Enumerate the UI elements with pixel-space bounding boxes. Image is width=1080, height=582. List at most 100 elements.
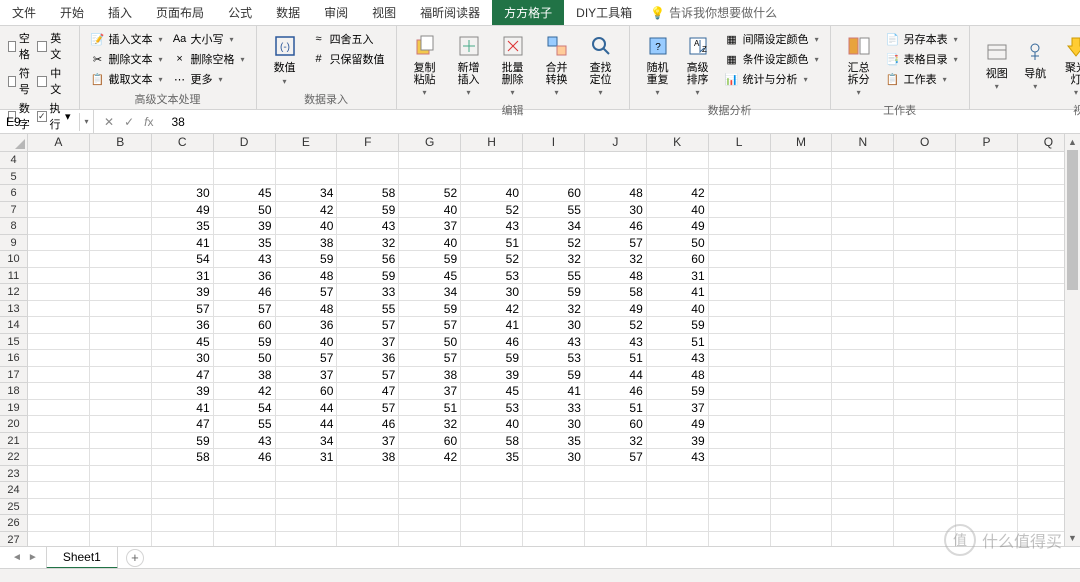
cell-H11[interactable]: 53	[461, 268, 523, 285]
cell-E15[interactable]: 40	[276, 334, 338, 351]
cell-H5[interactable]	[461, 169, 523, 186]
cell-J7[interactable]: 30	[585, 202, 647, 219]
cell-K6[interactable]: 42	[647, 185, 709, 202]
cell-G26[interactable]	[399, 515, 461, 532]
cell-H15[interactable]: 46	[461, 334, 523, 351]
row-header-24[interactable]: 24	[0, 482, 28, 499]
cell-B18[interactable]	[90, 383, 152, 400]
cell-M9[interactable]	[771, 235, 833, 252]
add-sheet-button[interactable]: +	[126, 549, 144, 567]
cell-F18[interactable]: 47	[337, 383, 399, 400]
row-header-11[interactable]: 11	[0, 268, 28, 285]
cell-C13[interactable]: 57	[152, 301, 214, 318]
cell-O11[interactable]	[894, 268, 956, 285]
cell-M17[interactable]	[771, 367, 833, 384]
cell-P4[interactable]	[956, 152, 1018, 169]
cell-K24[interactable]	[647, 482, 709, 499]
fx-icon[interactable]: fx	[144, 115, 153, 129]
large-btn-查找定位[interactable]: 查找定位▾	[581, 28, 621, 101]
cell-A10[interactable]	[28, 251, 90, 268]
cell-D12[interactable]: 46	[214, 284, 276, 301]
cell-G12[interactable]: 34	[399, 284, 461, 301]
cell-E22[interactable]: 31	[276, 449, 338, 466]
cell-J14[interactable]: 52	[585, 317, 647, 334]
cell-I8[interactable]: 34	[523, 218, 585, 235]
cell-M11[interactable]	[771, 268, 833, 285]
cell-M23[interactable]	[771, 466, 833, 483]
cell-A15[interactable]	[28, 334, 90, 351]
menu-审阅[interactable]: 审阅	[312, 0, 360, 25]
cell-F7[interactable]: 59	[337, 202, 399, 219]
large-btn-随机重复[interactable]: ?随机重复▾	[638, 28, 678, 101]
cell-F14[interactable]: 57	[337, 317, 399, 334]
cell-E24[interactable]	[276, 482, 338, 499]
cell-L12[interactable]	[709, 284, 771, 301]
cell-N10[interactable]	[832, 251, 894, 268]
cell-I25[interactable]	[523, 499, 585, 516]
cell-L24[interactable]	[709, 482, 771, 499]
cell-D13[interactable]: 57	[214, 301, 276, 318]
cell-O24[interactable]	[894, 482, 956, 499]
scrollbar-thumb[interactable]	[1067, 150, 1078, 290]
cell-D26[interactable]	[214, 515, 276, 532]
cell-E21[interactable]: 34	[276, 433, 338, 450]
cell-A17[interactable]	[28, 367, 90, 384]
check-空格[interactable]: 空格	[8, 30, 33, 62]
cell-N7[interactable]	[832, 202, 894, 219]
cell-B24[interactable]	[90, 482, 152, 499]
cell-I19[interactable]: 33	[523, 400, 585, 417]
cell-D10[interactable]: 43	[214, 251, 276, 268]
cell-K13[interactable]: 40	[647, 301, 709, 318]
cell-M4[interactable]	[771, 152, 833, 169]
cell-N9[interactable]	[832, 235, 894, 252]
cell-N17[interactable]	[832, 367, 894, 384]
cell-J15[interactable]: 43	[585, 334, 647, 351]
cell-D8[interactable]: 39	[214, 218, 276, 235]
cell-B16[interactable]	[90, 350, 152, 367]
row-header-23[interactable]: 23	[0, 466, 28, 483]
cell-G25[interactable]	[399, 499, 461, 516]
cell-N21[interactable]	[832, 433, 894, 450]
cell-L21[interactable]	[709, 433, 771, 450]
cell-F25[interactable]	[337, 499, 399, 516]
cell-P7[interactable]	[956, 202, 1018, 219]
cell-K5[interactable]	[647, 169, 709, 186]
cell-M13[interactable]	[771, 301, 833, 318]
cell-H10[interactable]: 52	[461, 251, 523, 268]
cell-N5[interactable]	[832, 169, 894, 186]
numeric-button[interactable]: (-) 数值 ▾	[265, 28, 305, 90]
cell-F24[interactable]	[337, 482, 399, 499]
row-header-15[interactable]: 15	[0, 334, 28, 351]
menu-视图[interactable]: 视图	[360, 0, 408, 25]
cell-B17[interactable]	[90, 367, 152, 384]
col-header-I[interactable]: I	[523, 134, 585, 152]
cell-O13[interactable]	[894, 301, 956, 318]
cell-L26[interactable]	[709, 515, 771, 532]
cell-D25[interactable]	[214, 499, 276, 516]
cell-L9[interactable]	[709, 235, 771, 252]
col-header-M[interactable]: M	[771, 134, 833, 152]
cell-N25[interactable]	[832, 499, 894, 516]
cell-D19[interactable]: 54	[214, 400, 276, 417]
cell-D7[interactable]: 50	[214, 202, 276, 219]
row-header-26[interactable]: 26	[0, 515, 28, 532]
cell-P14[interactable]	[956, 317, 1018, 334]
cell-O25[interactable]	[894, 499, 956, 516]
cell-I13[interactable]: 32	[523, 301, 585, 318]
btn-更多[interactable]: ⋯更多▾	[170, 70, 248, 88]
cell-M6[interactable]	[771, 185, 833, 202]
cell-A22[interactable]	[28, 449, 90, 466]
cell-O6[interactable]	[894, 185, 956, 202]
cell-A13[interactable]	[28, 301, 90, 318]
menu-福昕阅读器[interactable]: 福昕阅读器	[408, 0, 492, 25]
cell-P19[interactable]	[956, 400, 1018, 417]
cell-P24[interactable]	[956, 482, 1018, 499]
cell-G21[interactable]: 60	[399, 433, 461, 450]
cell-C23[interactable]	[152, 466, 214, 483]
cell-M12[interactable]	[771, 284, 833, 301]
col-header-H[interactable]: H	[461, 134, 523, 152]
cell-O22[interactable]	[894, 449, 956, 466]
cell-I20[interactable]: 30	[523, 416, 585, 433]
cell-D4[interactable]	[214, 152, 276, 169]
cell-F20[interactable]: 46	[337, 416, 399, 433]
